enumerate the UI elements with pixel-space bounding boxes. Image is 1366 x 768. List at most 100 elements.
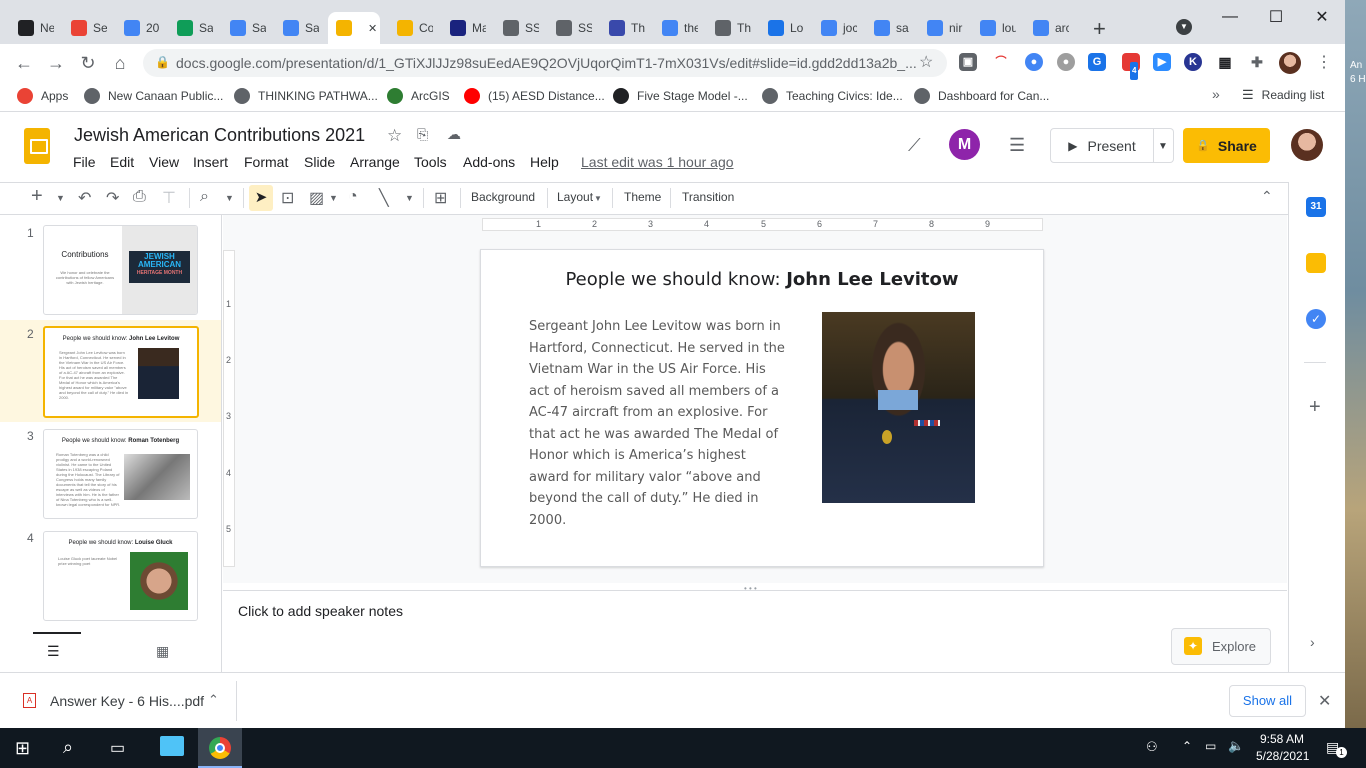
theme-button[interactable]: Theme — [624, 190, 661, 204]
close-download-bar-icon[interactable]: ✕ — [1318, 691, 1331, 711]
k-extension-icon[interactable]: K — [1184, 53, 1202, 71]
filmstrip-view-icon[interactable]: ☰ — [47, 643, 60, 660]
browser-tab[interactable]: sa — [866, 12, 910, 44]
tray-chevron-icon[interactable]: ⌃ — [1182, 739, 1192, 753]
account-avatar[interactable] — [1291, 129, 1323, 161]
reading-list-button[interactable]: ☰ Reading list — [1242, 87, 1324, 103]
slide-thumbnail-1[interactable]: Contributions We honor and celebrate the… — [43, 225, 198, 315]
addon-m-icon[interactable]: M — [949, 129, 980, 160]
browser-tab[interactable]: Sa — [275, 12, 319, 44]
translate-extension-icon[interactable]: G — [1088, 53, 1106, 71]
speaker-notes[interactable]: Click to add speaker notes ✦ Explore — [223, 590, 1287, 672]
text-box-icon[interactable]: ⊡ — [281, 188, 294, 208]
image-dropdown-icon[interactable]: ▼ — [329, 193, 338, 203]
clock-date[interactable]: 5/28/2021 — [1256, 749, 1309, 763]
bookmark-item[interactable]: Apps — [17, 88, 68, 104]
extensions-puzzle-icon[interactable]: ✚ — [1248, 53, 1266, 71]
menu-view[interactable]: View — [149, 154, 179, 170]
more-bookmarks-icon[interactable]: » — [1212, 86, 1220, 102]
bookmark-item[interactable]: ArcGIS — [387, 88, 450, 104]
forward-icon[interactable]: → — [45, 52, 67, 74]
line-icon[interactable]: ╲ — [379, 188, 389, 208]
file-explorer-icon[interactable] — [160, 736, 184, 756]
browser-tab[interactable]: Sa — [169, 12, 213, 44]
menu-file[interactable]: File — [73, 154, 96, 170]
close-tab-icon[interactable]: ✕ — [368, 22, 377, 35]
layout-button[interactable]: Layout — [557, 190, 593, 204]
slide-body-text[interactable]: Sergeant John Lee Levitow was born in Ha… — [529, 316, 789, 531]
image-icon[interactable]: ▨ — [309, 188, 324, 208]
chat-extension-icon[interactable]: ● — [1025, 53, 1043, 71]
get-addons-icon[interactable]: + — [1309, 396, 1321, 419]
browser-tab[interactable]: Th — [707, 12, 751, 44]
bookmark-item[interactable]: THINKING PATHWA... — [234, 88, 378, 104]
clock-time[interactable]: 9:58 AM — [1256, 732, 1308, 746]
browser-tab[interactable]: lou — [972, 12, 1016, 44]
zoom-extension-icon[interactable]: ▶ — [1153, 53, 1171, 71]
task-view-icon[interactable]: ▭ — [110, 738, 125, 758]
last-edit-link[interactable]: Last edit was 1 hour ago — [581, 154, 734, 170]
move-folder-icon[interactable]: ⎘ — [417, 126, 428, 143]
current-slide[interactable]: People we should know: John Lee Levitow … — [480, 249, 1044, 567]
home-icon[interactable]: ⌂ — [109, 52, 131, 74]
bookmark-star-icon[interactable]: ☆ — [919, 52, 933, 72]
speaker-notes-placeholder[interactable]: Click to add speaker notes — [238, 603, 403, 619]
document-title[interactable]: Jewish American Contributions 2021 — [74, 125, 365, 146]
new-slide-icon[interactable]: + — [31, 185, 43, 208]
browser-tab[interactable]: Lo — [760, 12, 804, 44]
tab-search-icon[interactable]: ▼ — [1176, 19, 1192, 35]
browser-tab[interactable]: SS — [495, 12, 539, 44]
grid-view-icon[interactable]: ▦ — [156, 643, 169, 660]
menu-addons[interactable]: Add-ons — [463, 154, 515, 170]
browser-tab[interactable]: arc — [1025, 12, 1069, 44]
undo-icon[interactable]: ↶ — [78, 188, 91, 208]
present-button[interactable]: ▶ Present — [1050, 128, 1154, 163]
activity-dashboard-icon[interactable]: ⟋ — [908, 135, 921, 156]
menu-help[interactable]: Help — [530, 154, 559, 170]
screencast-extension-icon[interactable]: ▣ — [959, 53, 977, 71]
browser-tab[interactable]: Co — [389, 12, 433, 44]
volume-icon[interactable]: 🔈 — [1228, 738, 1244, 754]
download-filename[interactable]: Answer Key - 6 His....pdf — [50, 693, 204, 709]
add-comment-icon[interactable]: ⊞ — [434, 188, 447, 208]
comments-icon[interactable]: ☰ — [1009, 135, 1025, 156]
cloud-status-icon[interactable]: ☁ — [447, 126, 461, 143]
circle-extension-icon[interactable]: ● — [1057, 53, 1075, 71]
shape-icon[interactable]: ◔ — [348, 188, 358, 206]
bookmark-item[interactable]: (15) AESD Distance... — [464, 88, 605, 104]
background-button[interactable]: Background — [471, 190, 535, 204]
browser-tab[interactable]: joc — [813, 12, 857, 44]
people-icon[interactable]: ⚇ — [1146, 739, 1158, 755]
menu-arrange[interactable]: Arrange — [350, 154, 400, 170]
browser-tab[interactable]: ✕ — [328, 12, 380, 44]
new-slide-dropdown-icon[interactable]: ▼ — [56, 193, 65, 203]
browser-tab[interactable]: nir — [919, 12, 963, 44]
expand-panel-icon[interactable]: › — [1310, 634, 1315, 650]
explore-button[interactable]: ✦ Explore — [1171, 628, 1271, 665]
search-icon[interactable]: ⌕ — [63, 737, 73, 758]
menu-edit[interactable]: Edit — [110, 154, 134, 170]
browser-tab[interactable]: SS — [548, 12, 592, 44]
badge-extension-icon[interactable]: 4 — [1122, 53, 1140, 80]
print-icon[interactable]: ⎙ — [133, 188, 146, 206]
profile-avatar[interactable] — [1279, 52, 1301, 74]
browser-tab[interactable]: 20 — [116, 12, 160, 44]
menu-format[interactable]: Format — [244, 154, 288, 170]
slides-logo[interactable] — [24, 128, 50, 164]
select-cursor-icon[interactable]: ➤ — [249, 185, 273, 211]
browser-tab[interactable]: Se — [63, 12, 107, 44]
chrome-taskbar-button[interactable] — [198, 728, 242, 768]
paint-format-icon[interactable]: ⊤ — [162, 188, 176, 208]
zoom-icon[interactable]: ⌕ — [200, 188, 209, 206]
menu-slide[interactable]: Slide — [304, 154, 335, 170]
layout-dropdown-icon[interactable]: ▼ — [594, 194, 602, 203]
maximize-icon[interactable]: ☐ — [1253, 0, 1299, 34]
network-icon[interactable]: ▭ — [1205, 739, 1216, 753]
browser-tab[interactable]: Th — [601, 12, 645, 44]
browser-menu-icon[interactable]: ⋮ — [1316, 52, 1332, 72]
slide-thumbnail-3[interactable]: People we should know: Roman Totenberg R… — [43, 429, 198, 519]
bookmark-item[interactable]: Teaching Civics: Ide... — [762, 88, 903, 104]
reload-icon[interactable]: ↻ — [77, 52, 99, 74]
windows-start-icon[interactable]: ⊞ — [15, 738, 30, 759]
slide-thumbnail-4[interactable]: People we should know: Louise Gluck Loui… — [43, 531, 198, 621]
